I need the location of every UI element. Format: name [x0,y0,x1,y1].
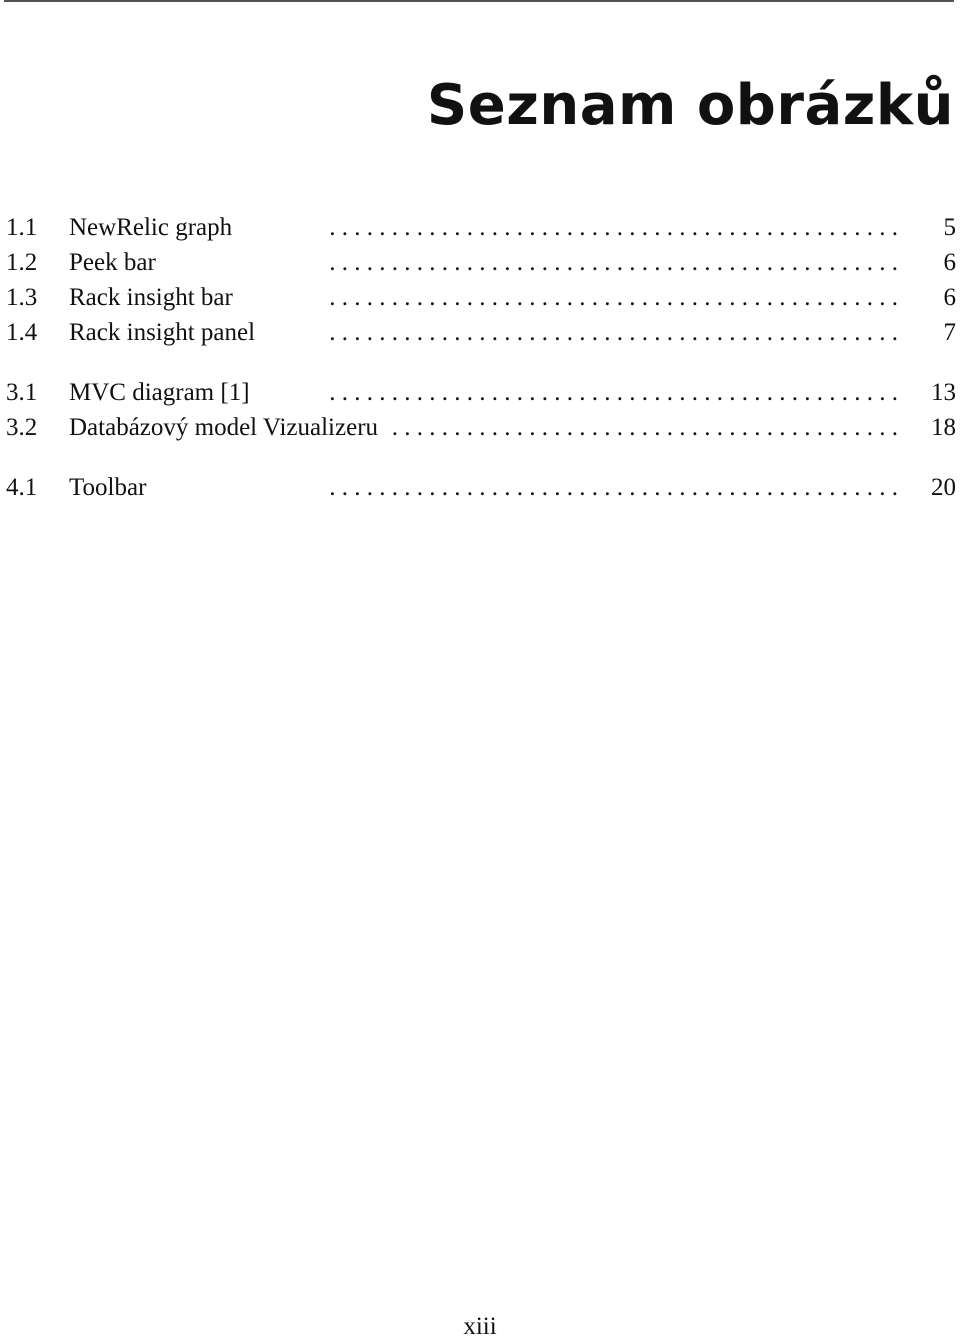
figure-number: 3.2 [6,414,38,441]
lof-entry[interactable]: 1.2 Peek bar . . . . . . . . . . . . . . … [0,245,960,280]
top-rule [4,0,954,2]
dot-leader: . . . . . . . . . . . . . . . . . . . . … [386,414,898,441]
figure-number: 1.2 [6,249,38,276]
page-number[interactable]: 13 [931,375,956,410]
figure-number: 3.1 [6,379,38,406]
figure-title[interactable]: Databázový model Vizualizeru [69,410,387,445]
figure-group-chapter-1: 1.1 NewRelic graph . . . . . . . . . . . … [0,210,960,350]
lof-entry[interactable]: 1.3 Rack insight bar . . . . . . . . . . … [0,280,960,315]
lof-entry[interactable]: 1.1 NewRelic graph . . . . . . . . . . . … [0,210,960,245]
dot-leader: . . . . . . . . . . . . . . . . . . . . … [329,379,898,406]
figure-number: 4.1 [6,474,38,501]
lof-entry[interactable]: 3.2 Databázový model Vizualizeru. . . . … [0,410,960,445]
figure-number: 1.3 [6,284,38,311]
page-number[interactable]: 5 [944,210,957,245]
figure-title[interactable]: Toolbar [69,470,155,505]
page-number[interactable]: 6 [944,280,957,315]
page-number[interactable]: 20 [931,470,956,505]
figure-number: 1.1 [6,214,38,241]
dot-leader: . . . . . . . . . . . . . . . . . . . . … [329,319,898,346]
page-title: Seznam obrázků [426,72,954,138]
figure-title[interactable]: NewRelic graph [69,210,241,245]
figure-title[interactable]: Peek bar [69,245,164,280]
list-of-figures: 1.1 NewRelic graph . . . . . . . . . . . … [0,210,960,505]
page-number[interactable]: 6 [944,245,957,280]
lof-entry[interactable]: 3.1 MVC diagram [1] . . . . . . . . . . .… [0,375,960,410]
page-number[interactable]: 7 [944,315,957,350]
figure-title[interactable]: Rack insight panel [69,315,264,350]
dot-leader: . . . . . . . . . . . . . . . . . . . . … [329,284,898,311]
dot-leader: . . . . . . . . . . . . . . . . . . . . … [329,474,898,501]
figure-group-chapter-3: 3.1 MVC diagram [1] . . . . . . . . . . .… [0,375,960,445]
figure-number: 1.4 [6,319,38,346]
dot-leader: . . . . . . . . . . . . . . . . . . . . … [329,214,898,241]
page-folio: xiii [463,1313,497,1340]
figure-title[interactable]: Rack insight bar [69,280,241,315]
figure-title[interactable]: MVC diagram [1] [69,375,258,410]
page-number[interactable]: 18 [931,410,956,445]
lof-entry[interactable]: 1.4 Rack insight panel . . . . . . . . . … [0,315,960,350]
figure-group-chapter-4: 4.1 Toolbar . . . . . . . . . . . . . . .… [0,470,960,505]
lof-entry[interactable]: 4.1 Toolbar . . . . . . . . . . . . . . .… [0,470,960,505]
dot-leader: . . . . . . . . . . . . . . . . . . . . … [329,249,898,276]
